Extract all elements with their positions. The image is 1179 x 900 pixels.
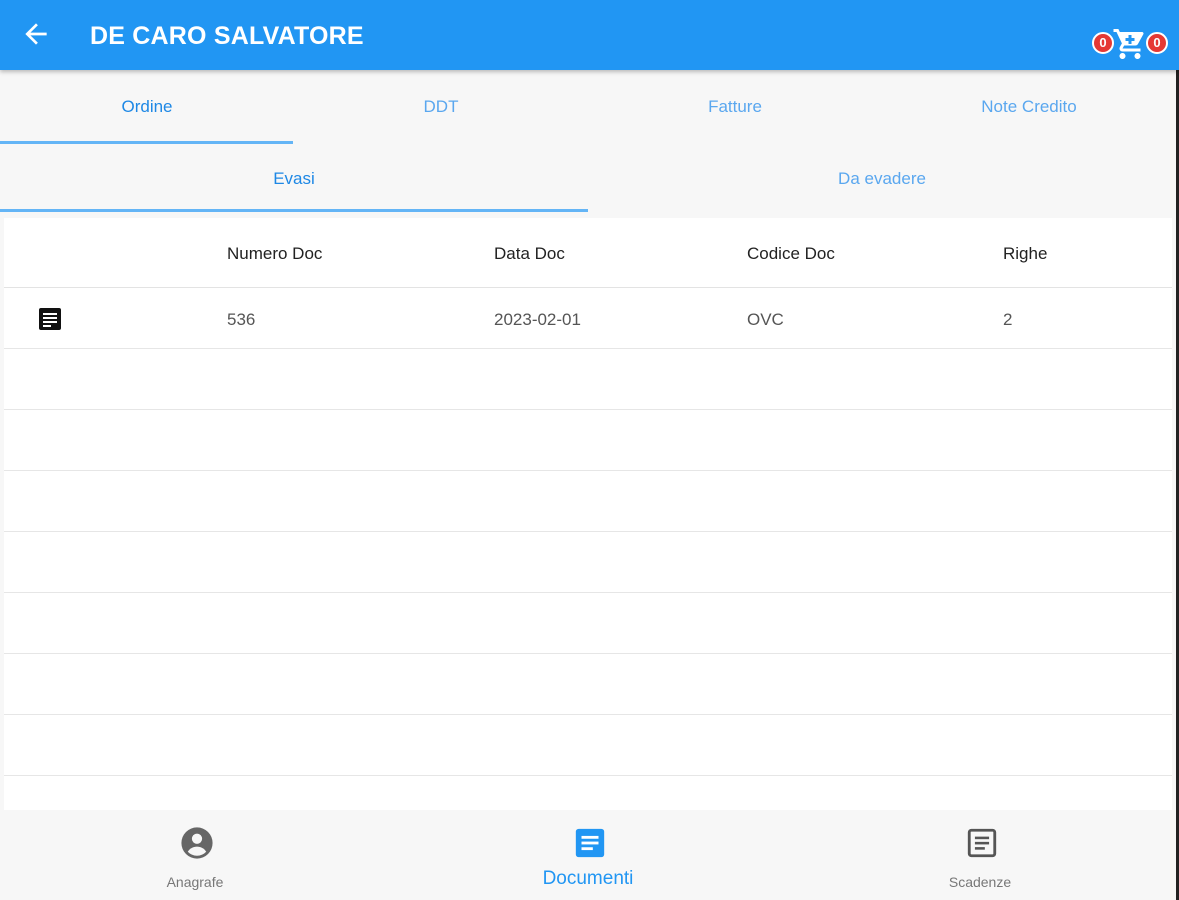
empty-row — [4, 410, 1172, 471]
tab-ordine[interactable]: Ordine — [0, 70, 294, 146]
column-header-codice-doc: Codice Doc — [747, 244, 835, 263]
document-icon — [39, 308, 61, 330]
empty-row — [4, 715, 1172, 776]
tab-ddt[interactable]: DDT — [294, 70, 588, 146]
tab-da-evadere[interactable]: Da evadere — [588, 146, 1176, 212]
cart-icon — [1113, 29, 1144, 59]
nav-label-scadenze: Scadenze — [948, 874, 1012, 890]
document-type-tabs: Ordine DDT Fatture Note Credito — [0, 70, 1179, 146]
empty-row — [4, 654, 1172, 715]
column-header-righe: Righe — [1003, 244, 1048, 263]
cell-codice-doc: OVC — [747, 310, 784, 329]
document-icon — [575, 828, 605, 858]
cart-count-badge: 0 — [1092, 32, 1114, 54]
page-title: DE CARO SALVATORE — [90, 22, 364, 50]
bottom-navigation: Anagrafe Documenti Scadenze — [0, 810, 1179, 900]
nav-anagrafe[interactable]: Anagrafe — [65, 810, 325, 900]
cell-data-doc: 2023-02-01 — [494, 310, 581, 329]
back-button[interactable] — [20, 18, 52, 50]
active-tab-indicator — [0, 141, 293, 144]
article-icon — [967, 828, 997, 858]
empty-row — [4, 471, 1172, 532]
open-document-button[interactable] — [38, 307, 62, 331]
cart-items-badge: 0 — [1146, 32, 1168, 54]
column-header-data-doc: Data Doc — [494, 244, 565, 263]
documents-table: Numero Doc Data Doc Codice Doc Righe 536… — [4, 218, 1172, 810]
arrow-back-icon — [25, 23, 47, 45]
table-row[interactable]: 536 2023-02-01 OVC 2 — [4, 288, 1172, 349]
empty-row — [4, 532, 1172, 593]
nav-label-anagrafe: Anagrafe — [166, 874, 224, 890]
app-bar: DE CARO SALVATORE 0 0 — [0, 0, 1179, 70]
account-circle-icon — [181, 827, 213, 859]
cell-numero-doc: 536 — [227, 310, 256, 329]
tab-fatture[interactable]: Fatture — [588, 70, 882, 146]
column-header-numero-doc: Numero Doc — [227, 244, 323, 263]
active-subtab-indicator — [0, 209, 588, 212]
nav-scadenze[interactable]: Scadenze — [850, 810, 1110, 900]
empty-row — [4, 593, 1172, 654]
nav-documenti[interactable]: Documenti — [458, 810, 718, 900]
nav-label-documenti: Documenti — [542, 868, 634, 889]
cart-button[interactable]: 0 0 — [1090, 24, 1170, 64]
table-header: Numero Doc Data Doc Codice Doc Righe — [4, 218, 1172, 288]
cell-righe: 2 — [1003, 310, 1013, 329]
tab-evasi[interactable]: Evasi — [0, 146, 588, 212]
status-tabs: Evasi Da evadere — [0, 146, 1179, 214]
empty-row — [4, 349, 1172, 410]
tab-note-credito[interactable]: Note Credito — [882, 70, 1176, 146]
